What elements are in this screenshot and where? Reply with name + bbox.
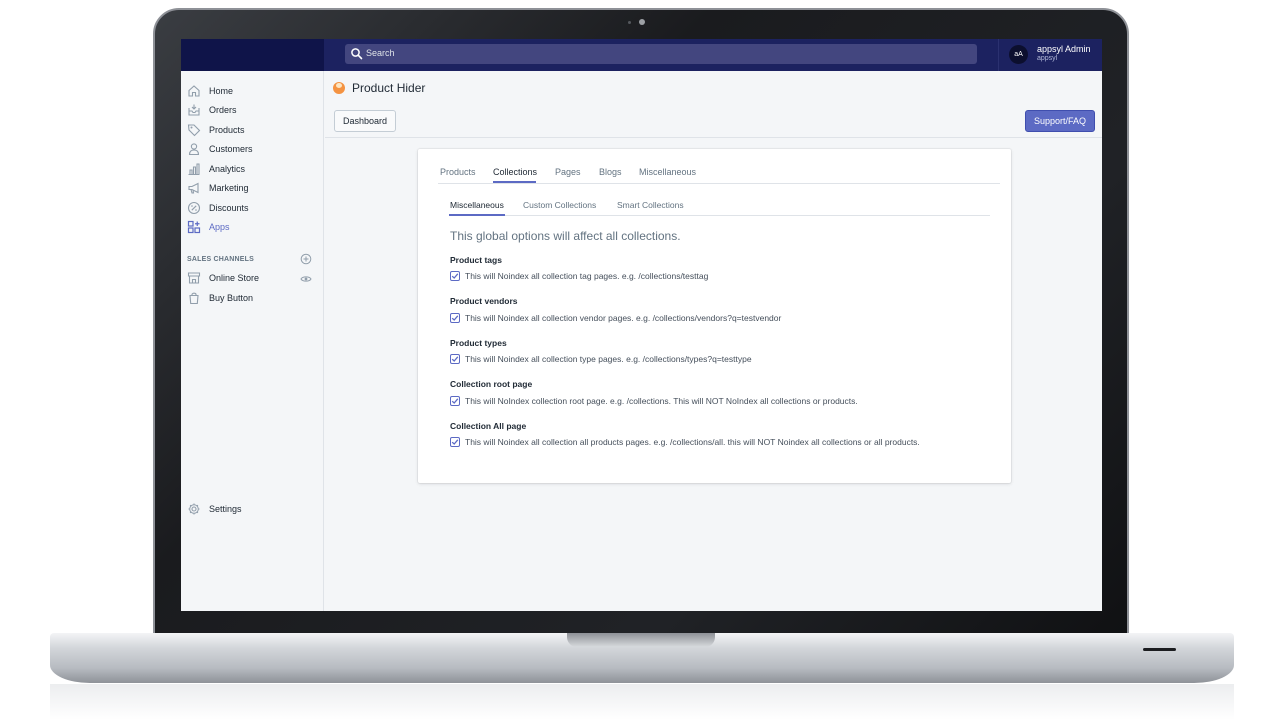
intro-text: This global options will affect all coll… bbox=[450, 229, 681, 243]
sidebar-item-label: Analytics bbox=[209, 164, 246, 174]
sidebar-item-label: Products bbox=[209, 125, 245, 135]
add-circle-icon[interactable] bbox=[300, 253, 312, 265]
collection-all-checkbox[interactable] bbox=[450, 437, 460, 447]
sidebar-item-home[interactable]: Home bbox=[187, 83, 317, 99]
option-title: Product vendors bbox=[450, 296, 518, 306]
laptop-led bbox=[1143, 648, 1176, 651]
checkmark-icon bbox=[451, 315, 459, 321]
header-divider bbox=[325, 137, 1102, 138]
tab-pages[interactable]: Pages bbox=[555, 167, 581, 177]
option-row: This will NoIndex collection root page. … bbox=[450, 396, 990, 408]
tab-miscellaneous[interactable]: Miscellaneous bbox=[639, 167, 696, 177]
store-icon bbox=[187, 272, 201, 284]
tag-icon bbox=[187, 124, 201, 137]
sidebar-item-buy-button[interactable]: Buy Button bbox=[187, 290, 317, 306]
tab-collections[interactable]: Collections bbox=[493, 167, 537, 177]
sidebar-item-label: Buy Button bbox=[209, 293, 254, 303]
option-title: Product types bbox=[450, 338, 507, 348]
tab-products[interactable]: Products bbox=[440, 167, 476, 177]
apps-icon bbox=[187, 220, 201, 234]
divider bbox=[998, 39, 999, 71]
sidebar-item-discounts[interactable]: Discounts bbox=[187, 200, 317, 216]
sidebar-item-customers[interactable]: Customers bbox=[187, 141, 317, 157]
sidebar-item-label: Marketing bbox=[209, 183, 249, 193]
sidebar-item-label: Orders bbox=[209, 105, 237, 115]
eye-icon[interactable] bbox=[300, 273, 312, 285]
logo-area bbox=[181, 39, 324, 71]
sidebar-item-analytics[interactable]: Analytics bbox=[187, 161, 317, 177]
subtabs-divider bbox=[449, 215, 990, 216]
sidebar-item-label: Online Store bbox=[209, 273, 260, 283]
product-types-checkbox[interactable] bbox=[450, 354, 460, 364]
top-bar: Search aA appsyl Admin appsyl bbox=[181, 39, 1102, 71]
checkmark-icon bbox=[451, 273, 459, 279]
search-icon bbox=[351, 48, 363, 60]
option-description: This will Noindex all collection all pro… bbox=[465, 437, 920, 447]
dashboard-button[interactable]: Dashboard bbox=[334, 110, 396, 132]
sidebar-item-label: Apps bbox=[209, 222, 230, 232]
option-title: Product tags bbox=[450, 255, 502, 265]
subtab-custom-collections[interactable]: Custom Collections bbox=[523, 200, 596, 210]
option-row: This will Noindex all collection vendor … bbox=[450, 313, 990, 325]
option-row: This will Noindex all collection tag pag… bbox=[450, 271, 990, 283]
subtab-miscellaneous[interactable]: Miscellaneous bbox=[450, 200, 504, 210]
sidebar-item-marketing[interactable]: Marketing bbox=[187, 180, 317, 196]
active-subtab-indicator bbox=[449, 214, 505, 216]
option-description: This will Noindex all collection tag pag… bbox=[465, 271, 709, 281]
checkmark-icon bbox=[451, 398, 459, 404]
tab-blogs[interactable]: Blogs bbox=[599, 167, 622, 177]
sidebar-item-label: Discounts bbox=[209, 203, 249, 213]
sidebar: Home Orders Products Customers Analytics… bbox=[181, 71, 324, 611]
gear-icon bbox=[188, 503, 200, 515]
megaphone-icon bbox=[188, 182, 199, 194]
app-logo-highlight bbox=[336, 83, 342, 88]
option-row: This will Noindex all collection all pro… bbox=[450, 437, 990, 449]
store-name: appsyl bbox=[1037, 55, 1058, 62]
home-icon bbox=[188, 85, 200, 97]
sidebar-item-label: Settings bbox=[209, 504, 242, 514]
search-input[interactable]: Search bbox=[345, 44, 977, 64]
app-screen: Search aA appsyl Admin appsyl Home Order… bbox=[181, 39, 1102, 611]
collection-root-checkbox[interactable] bbox=[450, 396, 460, 406]
discount-icon bbox=[187, 201, 201, 215]
buy-button-icon bbox=[189, 292, 199, 305]
support-faq-button[interactable]: Support/FAQ bbox=[1025, 110, 1095, 132]
laptop-notch bbox=[567, 633, 715, 647]
option-description: This will NoIndex collection root page. … bbox=[465, 396, 858, 406]
avatar[interactable]: aA bbox=[1009, 45, 1028, 64]
subtab-smart-collections[interactable]: Smart Collections bbox=[617, 200, 684, 210]
sidebar-item-products[interactable]: Products bbox=[187, 122, 317, 138]
bar-chart-icon bbox=[188, 163, 200, 176]
active-tab-indicator bbox=[493, 181, 536, 183]
camera-icon bbox=[639, 19, 645, 25]
option-title: Collection All page bbox=[450, 421, 527, 431]
option-title: Collection root page bbox=[450, 379, 533, 389]
option-description: This will Noindex all collection vendor … bbox=[465, 313, 782, 323]
user-name[interactable]: appsyl Admin bbox=[1037, 44, 1091, 54]
sidebar-item-label: Home bbox=[209, 86, 234, 96]
checkmark-icon bbox=[451, 356, 459, 362]
sidebar-item-online-store[interactable]: Online Store bbox=[187, 270, 317, 286]
product-vendors-checkbox[interactable] bbox=[450, 313, 460, 323]
checkmark-icon bbox=[451, 439, 459, 445]
sidebar-item-orders[interactable]: Orders bbox=[187, 102, 317, 118]
person-icon bbox=[188, 143, 200, 156]
option-description: This will Noindex all collection type pa… bbox=[465, 354, 752, 364]
search-placeholder: Search bbox=[366, 48, 395, 58]
product-tags-checkbox[interactable] bbox=[450, 271, 460, 281]
sales-channels-heading: SALES CHANNELS bbox=[187, 256, 254, 263]
page-title: Product Hider bbox=[352, 81, 426, 95]
orders-icon bbox=[188, 104, 200, 116]
sidebar-item-label: Customers bbox=[209, 144, 253, 154]
sidebar-item-apps[interactable]: Apps bbox=[187, 219, 317, 235]
option-row: This will Noindex all collection type pa… bbox=[450, 354, 990, 366]
laptop-reflection bbox=[50, 684, 1234, 720]
tabs-divider bbox=[438, 183, 1000, 184]
camera-sensor bbox=[628, 21, 631, 24]
settings-card: Products Collections Pages Blogs Miscell… bbox=[418, 149, 1011, 483]
sidebar-item-settings[interactable]: Settings bbox=[187, 501, 317, 517]
